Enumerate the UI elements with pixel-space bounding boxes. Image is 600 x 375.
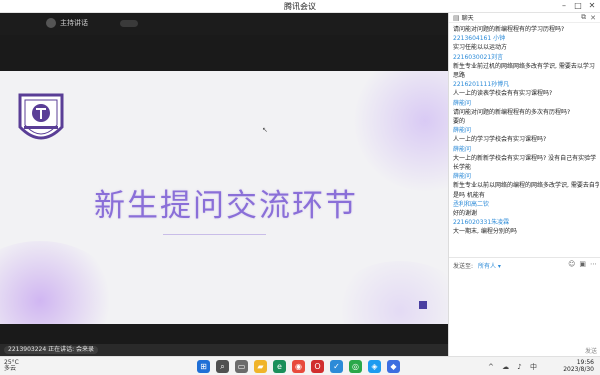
signal-indicator: [120, 20, 138, 27]
mouse-cursor-icon: ↖: [262, 126, 268, 134]
close-chat-icon[interactable]: ✕: [590, 14, 596, 22]
chat-sender: 2216201111孙博凡: [453, 81, 510, 89]
chat-sender: 薛能问: [453, 173, 472, 181]
dingtalk-icon[interactable]: ◆: [387, 360, 400, 373]
slide-decoration: [350, 71, 448, 191]
app-icon[interactable]: ◉: [292, 360, 305, 373]
shared-slide: 新生提问交流环节 ↖: [0, 71, 448, 324]
chat-title: 聊天: [461, 15, 474, 22]
send-button[interactable]: 发送: [585, 346, 597, 355]
system-tray[interactable]: ^ ☁ ♪ 中: [488, 362, 540, 372]
chat-icon: ▤: [453, 13, 460, 22]
chat-message: 新生专业以前以网络的编程的网络多改学识, 需要去自学较: [453, 182, 599, 190]
send-to-label: 发送至:: [453, 263, 474, 270]
chat-message: 大一上的新新学校会有实习课程吗? 没有自己有实验学: [453, 154, 597, 162]
chat-message: 要的: [453, 118, 466, 126]
popout-icon[interactable]: ⧉: [581, 13, 586, 22]
chat-message: 是吗 机能有: [453, 191, 485, 199]
status-bar: 2213903224 正在讲话: 会来录: [0, 344, 448, 356]
maximize-icon[interactable]: □: [572, 1, 584, 10]
emoji-icon[interactable]: ☺: [568, 260, 575, 268]
clock[interactable]: 19:56 2023/8/30: [563, 359, 594, 373]
edge-icon[interactable]: e: [273, 360, 286, 373]
task-view-icon[interactable]: ▭: [235, 360, 248, 373]
chat-sender: 2213604161 小钟: [453, 35, 506, 43]
taskbar: 25°C 多云 ⊞ ⌕ ▭ ▰ e ◉ O ✓ ◎ ◈ ◆ ^ ☁ ♪ 中 19…: [0, 356, 600, 375]
windows-start-icon[interactable]: ⊞: [197, 360, 210, 373]
divider: [163, 234, 266, 235]
wechat-icon[interactable]: ◎: [349, 360, 362, 373]
school-logo: [18, 93, 64, 140]
slide-corner-mark: [419, 301, 427, 309]
qq-icon[interactable]: ◈: [368, 360, 381, 373]
file-explorer-icon[interactable]: ▰: [254, 360, 267, 373]
close-icon[interactable]: ✕: [586, 1, 598, 10]
compose-tools: ☺ ▣ ⋯: [568, 260, 597, 268]
video-top-bar: 主持讲话: [0, 13, 448, 35]
window-title: 腾讯会议: [284, 2, 316, 11]
more-icon[interactable]: ⋯: [590, 260, 597, 268]
chat-message: 请问能对问题的新编程程有的多次有历程吗?: [453, 108, 571, 116]
clock-date: 2023/8/30: [563, 366, 594, 373]
office-icon[interactable]: O: [311, 360, 324, 373]
chat-compose: 发送至: 所有人 ▾ ☺ ▣ ⋯ 发送: [449, 257, 600, 356]
chat-message: 人一上的学习学校会有实习课程吗?: [453, 136, 547, 144]
chat-header: ▤ 聊天 ⧉ ✕: [449, 13, 600, 23]
chat-sender: 薛能问: [453, 99, 472, 107]
chat-message: 大一期末, 编程分别的吗: [453, 228, 517, 236]
chat-message: 好的谢谢: [453, 210, 478, 218]
slide-decoration: [0, 241, 120, 324]
send-to: 发送至: 所有人 ▾: [453, 261, 501, 270]
weather-desc: 多云: [4, 365, 17, 372]
chat-message: 人一上的读表学校会有有实习课程吗?: [453, 90, 553, 98]
send-to-select[interactable]: 所有人 ▾: [478, 263, 501, 270]
chat-message: 实习任能以以运动方: [453, 44, 508, 52]
chat-message: 新生专业前过机的网络网络多改有学识, 需要去以学习: [453, 62, 595, 70]
chat-sender: 薛能问: [453, 145, 472, 153]
clock-time: 19:56: [576, 359, 594, 366]
title-bar: 腾讯会议 – □ ✕: [0, 0, 600, 13]
chat-sender: 2216020331朱凌霖: [453, 219, 510, 227]
taskbar-apps: ⊞ ⌕ ▭ ▰ e ◉ O ✓ ◎ ◈ ◆: [197, 360, 400, 373]
minimize-icon[interactable]: –: [558, 1, 570, 10]
slide-title: 新生提问交流环节: [94, 188, 358, 224]
slide-decoration: [330, 261, 448, 324]
meeting-icon[interactable]: ✓: [330, 360, 343, 373]
chat-messages: 请问能对问题的新编程程有的学习历程吗? 2213604161 小钟 实习任能以以运动…: [453, 25, 599, 257]
search-icon[interactable]: ⌕: [216, 360, 229, 373]
chat-sender: 薛能问: [453, 127, 472, 135]
speaker-name: 主持讲话: [60, 19, 88, 27]
video-area: 主持讲话 新生提问交流环节 ↖: [0, 13, 448, 344]
chat-message: 请问能对问题的新编程程有的学习历程吗?: [453, 26, 565, 33]
video-bottom-bar: [0, 324, 448, 344]
image-icon[interactable]: ▣: [579, 260, 586, 268]
chat-sender: 丞利和高二钦: [453, 200, 490, 208]
chat-sender: 2216030021刘言: [453, 53, 504, 61]
avatar: [46, 18, 56, 28]
chat-message: 长学能: [453, 164, 472, 172]
chat-panel: ▤ 聊天 ⧉ ✕ 请问能对问题的新编程程有的学习历程吗? 2213604161 小…: [448, 13, 600, 356]
speaking-indicator: 2213903224 正在讲话: 会来录: [4, 346, 99, 354]
weather-widget[interactable]: 25°C 多云: [4, 360, 19, 372]
active-speaker: 主持讲话: [46, 18, 88, 28]
chat-message: 思路: [453, 72, 466, 80]
